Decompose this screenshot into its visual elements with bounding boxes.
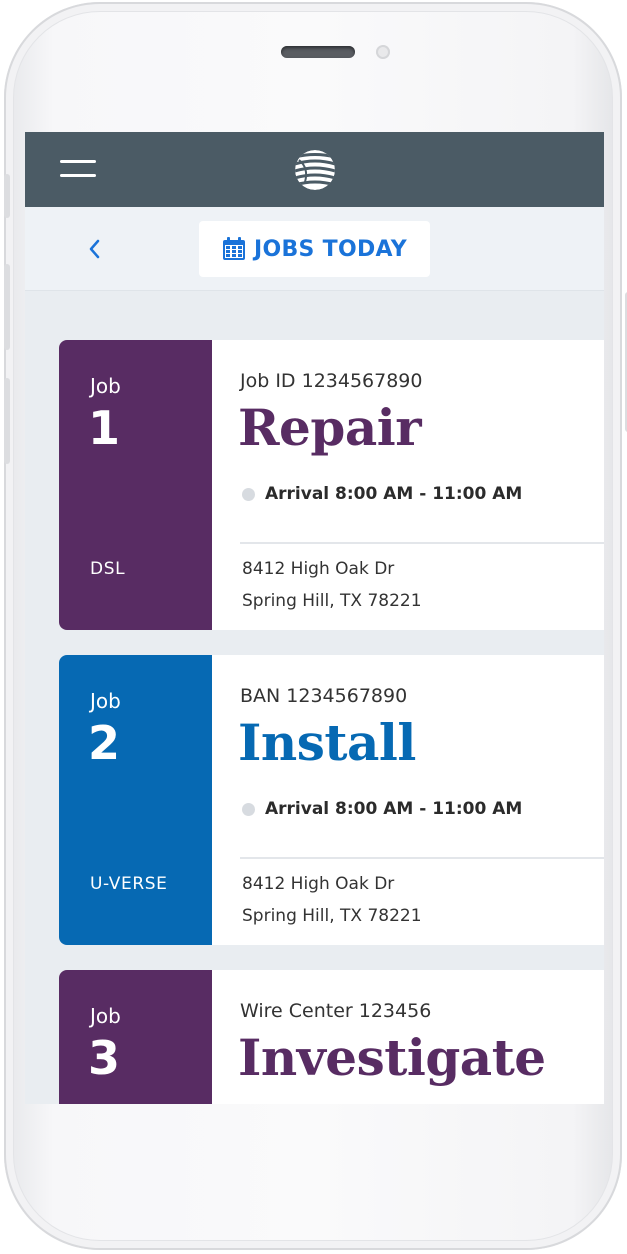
jobs-today-button[interactable]: JOBS TODAY xyxy=(199,221,430,277)
status-dot-icon xyxy=(242,487,255,501)
jobs-today-label: JOBS TODAY xyxy=(254,236,407,262)
address-line-1: 8412 High Oak Dr xyxy=(242,874,395,894)
job-number: 2 xyxy=(88,716,121,770)
job-card[interactable]: Job 3 Wire Center 123456 Investigate xyxy=(59,970,604,1104)
job-type-title: Repair xyxy=(238,398,422,457)
job-card-body: Job ID 1234567890 Repair Arrival 8:00 AM… xyxy=(212,340,604,630)
job-word-label: Job xyxy=(90,1004,121,1028)
service-type: DSL xyxy=(90,559,126,579)
phone-bottom-bezel xyxy=(25,1104,604,1152)
job-card-body: BAN 1234567890 Install Arrival 8:00 AM -… xyxy=(212,655,604,945)
service-type: U-VERSE xyxy=(90,874,168,894)
job-card[interactable]: Job 1 DSL Job ID 1234567890 Repair Arriv… xyxy=(59,340,604,630)
front-camera xyxy=(376,45,390,59)
att-globe-logo-icon xyxy=(295,150,335,190)
top-bar xyxy=(25,132,604,207)
address-line-2: Spring Hill, TX 78221 xyxy=(242,591,422,611)
wire-center: Wire Center 123456 xyxy=(240,1000,432,1022)
ban-number: BAN 1234567890 xyxy=(240,685,408,707)
calendar-icon xyxy=(223,237,245,260)
job-card-side-panel: Job 2 U-VERSE xyxy=(59,655,212,945)
navigation-bar: JOBS TODAY xyxy=(25,207,604,291)
job-card[interactable]: Job 2 U-VERSE BAN 1234567890 Install Arr… xyxy=(59,655,604,945)
app-screen: JOBS TODAY Job 1 DSL Job ID 1234567890 R… xyxy=(25,132,604,1104)
job-card-side-panel: Job 1 DSL xyxy=(59,340,212,630)
address-line-1: 8412 High Oak Dr xyxy=(242,559,395,579)
mute-switch xyxy=(4,174,10,218)
arrival-window: Arrival 8:00 AM - 11:00 AM xyxy=(242,799,522,819)
status-dot-icon xyxy=(242,802,255,816)
chevron-left-icon[interactable] xyxy=(83,235,107,263)
arrival-window: Arrival 8:00 AM - 11:00 AM xyxy=(242,484,522,504)
earpiece-speaker xyxy=(281,46,355,58)
job-card-side-panel: Job 3 xyxy=(59,970,212,1104)
arrival-text: Arrival 8:00 AM - 11:00 AM xyxy=(265,484,523,504)
job-number: 1 xyxy=(88,401,121,455)
hamburger-menu-icon[interactable] xyxy=(60,160,96,180)
job-word-label: Job xyxy=(90,374,121,398)
job-card-body: Wire Center 123456 Investigate xyxy=(212,970,604,1104)
divider xyxy=(240,542,604,544)
volume-down-button xyxy=(4,378,10,464)
divider xyxy=(240,857,604,859)
job-type-title: Investigate xyxy=(238,1028,546,1087)
job-id: Job ID 1234567890 xyxy=(240,370,423,392)
job-number: 3 xyxy=(88,1031,121,1085)
address-line-2: Spring Hill, TX 78221 xyxy=(242,906,422,926)
job-type-title: Install xyxy=(238,713,416,772)
job-word-label: Job xyxy=(90,689,121,713)
volume-up-button xyxy=(4,264,10,350)
arrival-text: Arrival 8:00 AM - 11:00 AM xyxy=(265,799,523,819)
